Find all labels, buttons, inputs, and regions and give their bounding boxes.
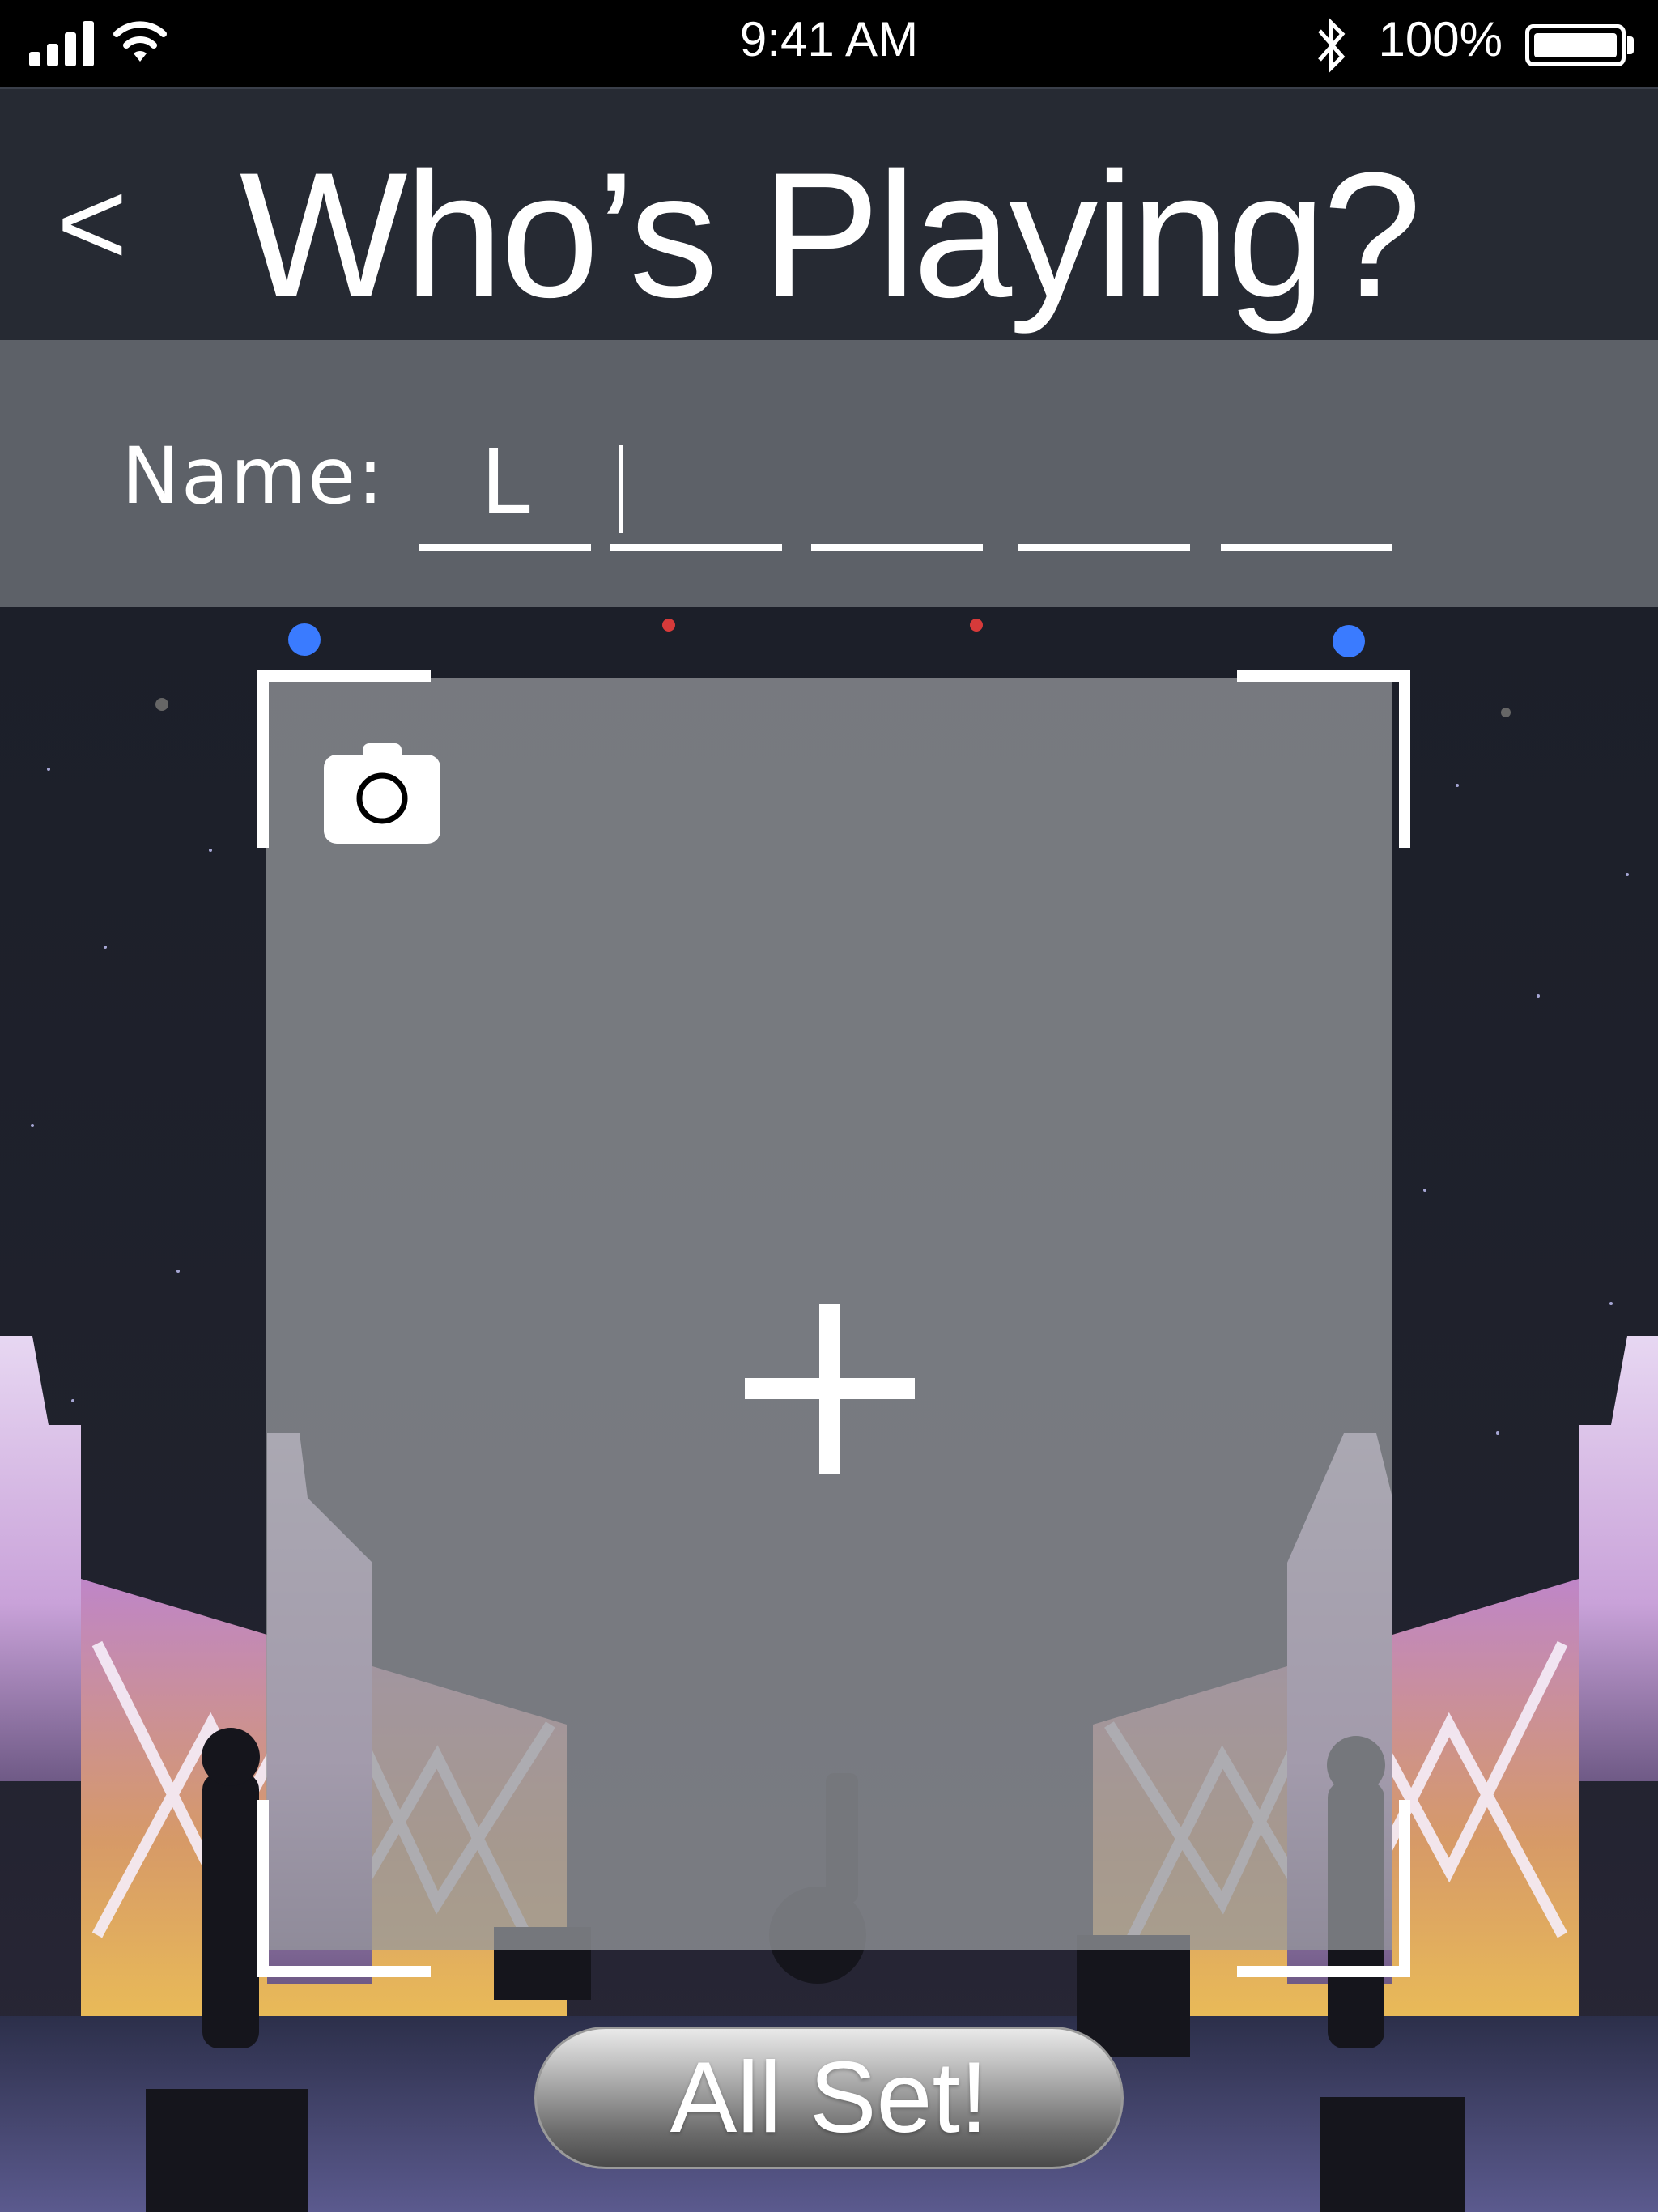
name-letter-slot-5[interactable] xyxy=(1221,421,1392,551)
page-title: Who’s Playing? xyxy=(239,135,1422,334)
text-cursor xyxy=(619,445,623,533)
battery-icon xyxy=(1525,24,1626,66)
frame-corner-bottom-right xyxy=(1237,1800,1410,1977)
name-entry-bar: Name: L xyxy=(0,340,1658,607)
frame-corner-top-right xyxy=(1237,670,1410,848)
battery-percent: 100% xyxy=(1378,12,1503,66)
frame-corner-bottom-left xyxy=(257,1800,431,1977)
bluetooth-icon xyxy=(1318,17,1346,74)
battery-tip xyxy=(1627,36,1634,54)
name-letter-slot-1[interactable]: L xyxy=(419,421,591,551)
plus-icon[interactable] xyxy=(745,1304,915,1474)
camera-icon[interactable] xyxy=(324,743,440,844)
name-letter-slot-2[interactable] xyxy=(610,421,782,551)
all-set-label: All Set! xyxy=(670,2042,988,2154)
name-label: Name: xyxy=(121,431,385,521)
header: < Who’s Playing? xyxy=(0,87,1658,342)
name-letter: L xyxy=(480,430,530,534)
name-letter-slot-3[interactable] xyxy=(811,421,983,551)
name-letter-slot-4[interactable] xyxy=(1018,421,1190,551)
all-set-button[interactable]: All Set! xyxy=(534,2027,1124,2169)
status-bar: 9:41 AM 100% xyxy=(0,0,1658,87)
